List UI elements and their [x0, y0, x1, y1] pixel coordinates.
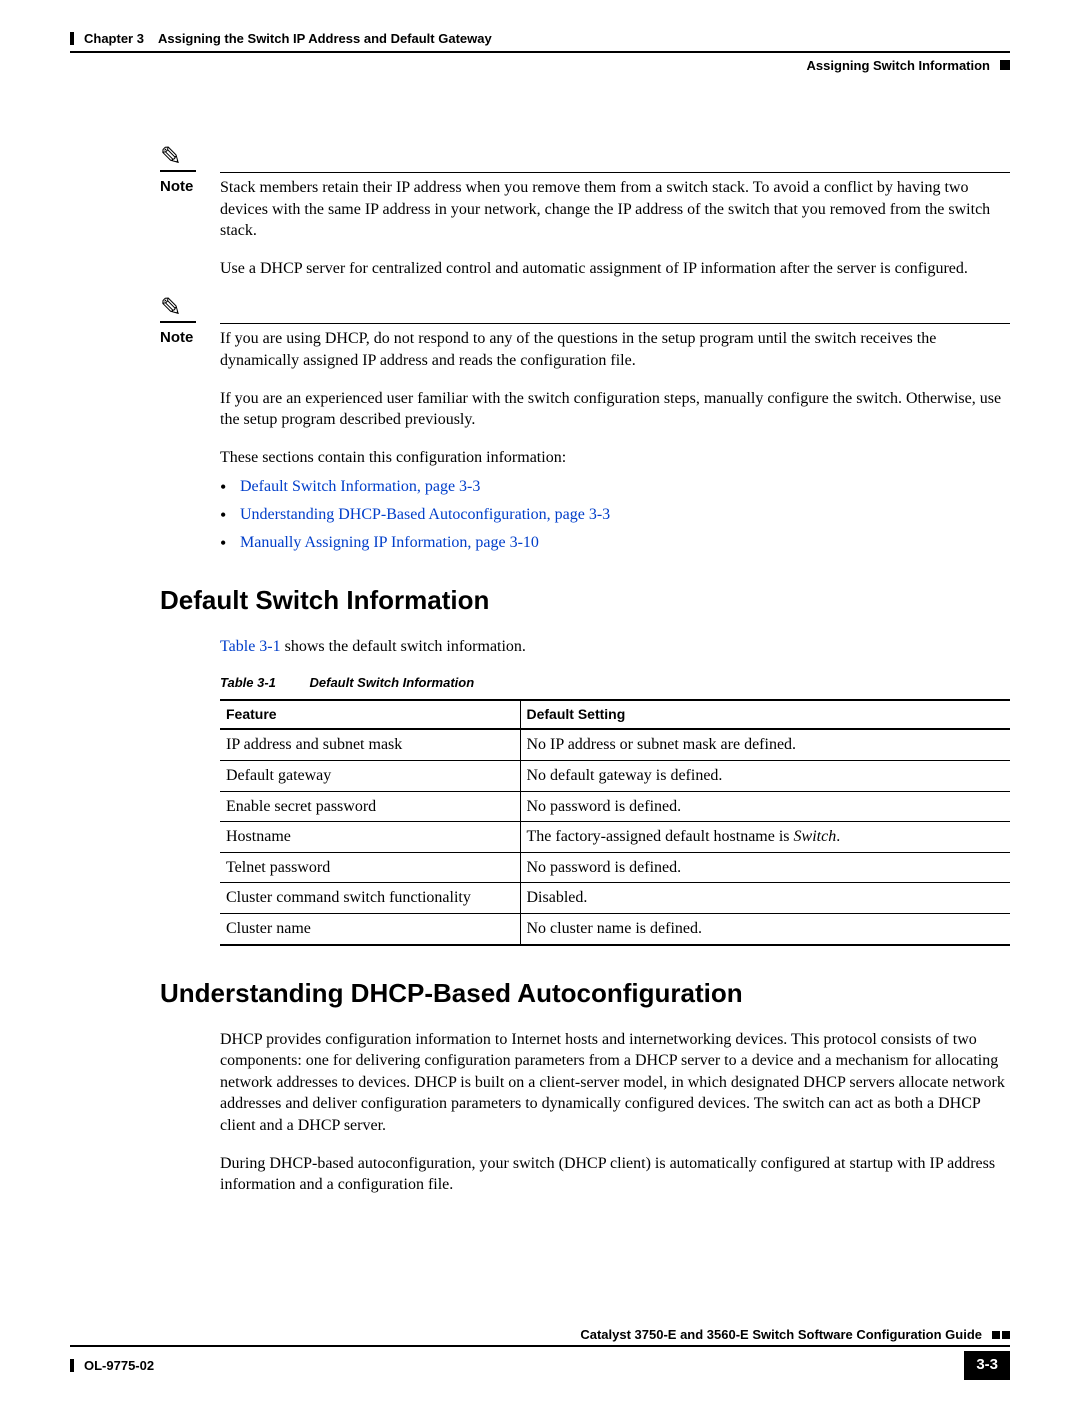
- doc-id-text: OL-9775-02: [84, 1357, 154, 1375]
- xref-link[interactable]: Default Switch Information, page 3-3: [240, 478, 480, 495]
- cell-setting: No IP address or subnet mask are defined…: [520, 729, 1010, 760]
- cell-feature: Cluster name: [220, 913, 520, 944]
- section-title: Assigning Switch Information: [807, 57, 990, 75]
- cell-setting: Disabled.: [520, 883, 1010, 914]
- para-use-dhcp: Use a DHCP server for centralized contro…: [220, 258, 1010, 280]
- note-block-2: ✎ Note If you are using DHCP, do not res…: [70, 295, 1010, 371]
- note-2-text: If you are using DHCP, do not respond to…: [220, 330, 936, 369]
- table-caption: Table 3-1 Default Switch Information: [220, 674, 1010, 692]
- note-word: Note: [160, 329, 193, 346]
- cell-feature: Hostname: [220, 822, 520, 853]
- footer-bar-icon: [70, 1359, 74, 1372]
- xref-link[interactable]: Understanding DHCP-Based Autoconfigurati…: [240, 506, 610, 523]
- table-row: Hostname The factory-assigned default ho…: [220, 822, 1010, 853]
- table-row: Cluster command switch functionality Dis…: [220, 883, 1010, 914]
- note-word: Note: [160, 178, 193, 195]
- cell-feature: Enable secret password: [220, 791, 520, 822]
- note-rule: [220, 172, 1010, 177]
- header-rule: [70, 51, 1010, 53]
- table-header-row: Feature Default Setting: [220, 700, 1010, 729]
- footer-squares-icon: [990, 1326, 1010, 1344]
- header-bar-icon: [70, 32, 74, 45]
- list-item: Understanding DHCP-Based Autoconfigurati…: [220, 504, 1010, 526]
- cell-setting: The factory-assigned default hostname is…: [520, 822, 1010, 853]
- footer-doc-id: OL-9775-02: [70, 1357, 154, 1375]
- table-row: Cluster name No cluster name is defined.: [220, 913, 1010, 944]
- header-square-icon: [1000, 60, 1010, 70]
- note-body-1: Stack members retain their IP address wh…: [220, 144, 1010, 242]
- cell-setting: No default gateway is defined.: [520, 760, 1010, 791]
- cell-setting: No cluster name is defined.: [520, 913, 1010, 944]
- para-dhcp-1: DHCP provides configuration information …: [220, 1029, 1010, 1137]
- cell-feature: IP address and subnet mask: [220, 729, 520, 760]
- header-chapter-line: Chapter 3 Assigning the Switch IP Addres…: [70, 30, 1010, 48]
- list-item: Manually Assigning IP Information, page …: [220, 532, 1010, 554]
- footer-bottom-row: OL-9775-02 3-3: [70, 1351, 1010, 1379]
- footer-rule: [70, 1345, 1010, 1347]
- pencil-icon: ✎: [160, 144, 220, 170]
- para-sections-intro: These sections contain this configuratio…: [220, 447, 1010, 469]
- chapter-title: Assigning the Switch IP Address and Defa…: [158, 30, 492, 48]
- xref-link[interactable]: Table 3-1: [220, 638, 281, 655]
- hostname-default-value: Switch: [794, 828, 837, 845]
- section-link-list: Default Switch Information, page 3-3 Und…: [220, 476, 1010, 553]
- heading-default-switch-info: Default Switch Information: [160, 583, 1010, 618]
- table-row: Telnet password No password is defined.: [220, 852, 1010, 883]
- table-row: IP address and subnet mask No IP address…: [220, 729, 1010, 760]
- para-dhcp-2: During DHCP-based autoconfiguration, you…: [220, 1153, 1010, 1196]
- footer-guide-title-line: Catalyst 3750-E and 3560-E Switch Softwa…: [70, 1326, 1010, 1344]
- header-section-line: Assigning Switch Information: [70, 57, 1010, 75]
- note-block-1: ✎ Note Stack members retain their IP add…: [70, 144, 1010, 242]
- th-default-setting: Default Setting: [520, 700, 1010, 729]
- note-1-text: Stack members retain their IP address wh…: [220, 179, 990, 239]
- note-rule: [220, 323, 1010, 328]
- para-table-intro-rest: shows the default switch information.: [281, 638, 526, 655]
- pencil-icon: ✎: [160, 295, 220, 321]
- heading-understanding-dhcp: Understanding DHCP-Based Autoconfigurati…: [160, 976, 1010, 1011]
- cell-setting: No password is defined.: [520, 791, 1010, 822]
- note-body-2: If you are using DHCP, do not respond to…: [220, 295, 1010, 371]
- para-table-intro: Table 3-1 shows the default switch infor…: [220, 636, 1010, 658]
- xref-link[interactable]: Manually Assigning IP Information, page …: [240, 534, 539, 551]
- default-switch-info-table: Feature Default Setting IP address and s…: [220, 699, 1010, 945]
- cell-feature: Telnet password: [220, 852, 520, 883]
- table-row: Enable secret password No password is de…: [220, 791, 1010, 822]
- page-number-badge: 3-3: [964, 1351, 1010, 1379]
- note-label: ✎ Note: [160, 144, 220, 198]
- cell-feature: Cluster command switch functionality: [220, 883, 520, 914]
- table-caption-title: Default Switch Information: [310, 675, 475, 690]
- table-caption-number: Table 3-1: [220, 675, 276, 690]
- cell-setting: No password is defined.: [520, 852, 1010, 883]
- th-feature: Feature: [220, 700, 520, 729]
- page-content: ✎ Note Stack members retain their IP add…: [70, 74, 1010, 1196]
- table-row: Default gateway No default gateway is de…: [220, 760, 1010, 791]
- list-item: Default Switch Information, page 3-3: [220, 476, 1010, 498]
- footer-guide-title: Catalyst 3750-E and 3560-E Switch Softwa…: [580, 1326, 982, 1344]
- cell-feature: Default gateway: [220, 760, 520, 791]
- page-header: Chapter 3 Assigning the Switch IP Addres…: [70, 30, 1010, 74]
- page-footer: Catalyst 3750-E and 3560-E Switch Softwa…: [70, 1326, 1010, 1380]
- chapter-label: Chapter 3: [84, 30, 144, 48]
- note-label: ✎ Note: [160, 295, 220, 349]
- para-experienced: If you are an experienced user familiar …: [220, 388, 1010, 431]
